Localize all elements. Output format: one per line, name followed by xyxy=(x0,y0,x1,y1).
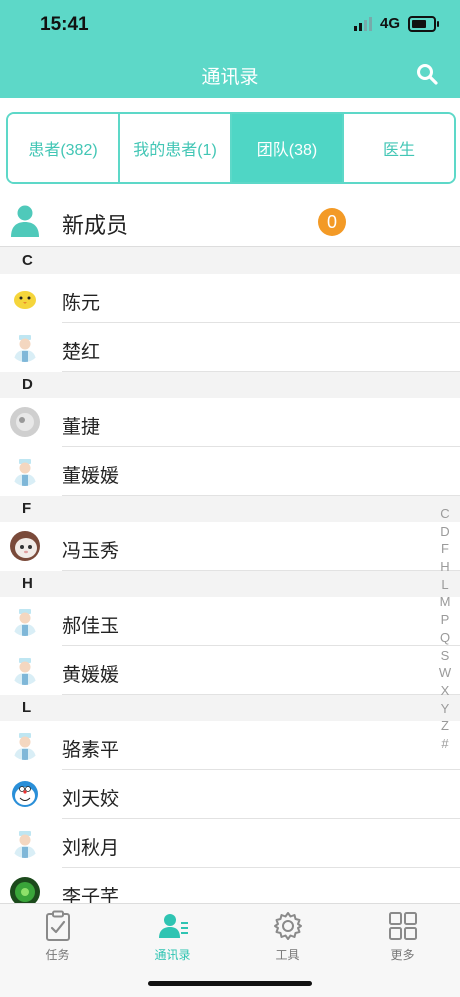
page-title: 通讯录 xyxy=(201,67,259,88)
contact-row[interactable]: 刘秋月 xyxy=(0,819,460,868)
contact-row[interactable]: 陈元 xyxy=(0,274,460,323)
index-letter[interactable]: C xyxy=(440,505,449,523)
section-header: D xyxy=(0,372,460,398)
nurse-avatar xyxy=(10,456,40,486)
index-letter[interactable]: Y xyxy=(441,700,450,718)
index-letter[interactable]: P xyxy=(441,611,450,629)
index-letter[interactable]: X xyxy=(441,682,450,700)
contact-name: 刘秋月 xyxy=(62,838,120,859)
chick-avatar xyxy=(10,283,40,313)
doraemon-avatar xyxy=(10,779,40,809)
tab-patients[interactable]: 患者(382) xyxy=(8,114,120,182)
section-header: L xyxy=(0,695,460,721)
index-letter[interactable]: Z xyxy=(441,717,449,735)
network-label: 4G xyxy=(379,15,400,32)
contact-row[interactable]: 董媛媛 xyxy=(0,447,460,496)
index-letter[interactable]: W xyxy=(439,664,451,682)
cat-photo-avatar xyxy=(10,531,40,561)
contact-name: 冯玉秀 xyxy=(62,541,120,562)
contact-name: 陈元 xyxy=(62,293,101,314)
nurse-avatar xyxy=(10,332,40,362)
home-indicator[interactable] xyxy=(148,981,312,986)
contact-row[interactable]: 董捷 xyxy=(0,398,460,447)
search-icon[interactable] xyxy=(416,63,438,85)
navbar: 通讯录 xyxy=(0,50,460,98)
new-members-row[interactable]: 新成员 0 xyxy=(0,198,460,247)
tabbar-label: 通讯录 xyxy=(154,948,191,962)
tabbar-label: 任务 xyxy=(45,948,70,962)
contact-row[interactable]: 郝佳玉 xyxy=(0,597,460,646)
contact-row[interactable]: 黄媛媛 xyxy=(0,646,460,695)
tabbar-item-tools[interactable]: 工具 xyxy=(230,910,345,963)
new-members-label: 新成员 xyxy=(62,213,129,238)
index-letter[interactable]: M xyxy=(440,593,451,611)
status-indicators: 4G xyxy=(353,15,439,32)
segmented-tabs: 患者(382) 我的患者(1) 团队(38) 医生 xyxy=(6,112,456,184)
index-letter[interactable]: Q xyxy=(440,629,450,647)
gear-icon xyxy=(273,912,302,940)
contact-name: 骆素平 xyxy=(62,740,120,761)
contact-name: 董捷 xyxy=(62,417,101,438)
grid-icon xyxy=(388,912,417,940)
clipboard-check-icon xyxy=(45,910,70,941)
contact-row[interactable]: 楚红 xyxy=(0,323,460,372)
index-letter[interactable]: L xyxy=(441,576,448,594)
tabbar-label: 更多 xyxy=(390,948,415,962)
green-photo-avatar xyxy=(10,877,40,903)
status-bar: 15:41 4G xyxy=(0,0,460,50)
section-header: F xyxy=(0,496,460,522)
contact-name: 李子芊 xyxy=(62,887,120,903)
section-header: C xyxy=(0,248,460,274)
nurse-avatar xyxy=(10,606,40,636)
tabbar-item-contacts[interactable]: 通讯录 xyxy=(115,910,230,963)
index-letter[interactable]: H xyxy=(440,558,449,576)
tab-doctors[interactable]: 医生 xyxy=(344,114,454,182)
contact-name: 董媛媛 xyxy=(62,466,120,487)
contact-name: 黄媛媛 xyxy=(62,665,120,686)
contact-name: 刘天姣 xyxy=(62,789,120,810)
index-letter[interactable]: # xyxy=(441,735,448,753)
nurse-avatar xyxy=(10,655,40,685)
contact-name: 楚红 xyxy=(62,342,101,363)
tabbar-label: 工具 xyxy=(275,948,300,962)
contact-row[interactable]: 骆素平 xyxy=(0,721,460,770)
signal-icon xyxy=(353,16,372,31)
person-icon xyxy=(11,205,39,237)
tab-my-patients[interactable]: 我的患者(1) xyxy=(120,114,232,182)
index-letter[interactable]: D xyxy=(440,523,449,541)
index-letter[interactable]: S xyxy=(441,647,450,665)
contact-row[interactable]: 刘天姣 xyxy=(0,770,460,819)
alphabet-index[interactable]: C D F H L M P Q S W X Y Z # xyxy=(438,505,452,753)
contact-row[interactable]: 冯玉秀 xyxy=(0,522,460,571)
status-time: 15:41 xyxy=(40,14,89,35)
contact-list: C 陈元 楚红 D 董捷 董媛媛 F 冯玉秀 H 郝佳玉 黄媛媛 L 骆素平 刘… xyxy=(0,248,460,903)
segment-area: 患者(382) 我的患者(1) 团队(38) 医生 xyxy=(0,98,460,198)
tabbar-item-more[interactable]: 更多 xyxy=(345,910,460,963)
contact-name: 郝佳玉 xyxy=(62,616,120,637)
section-header: H xyxy=(0,571,460,597)
index-letter[interactable]: F xyxy=(441,540,449,558)
contacts-icon xyxy=(158,914,188,938)
battery-icon xyxy=(408,15,439,32)
nurse-avatar xyxy=(10,730,40,760)
gray-photo-avatar xyxy=(10,407,40,437)
tab-team[interactable]: 团队(38) xyxy=(232,114,344,182)
new-members-count-badge: 0 xyxy=(318,208,346,236)
tabbar-item-tasks[interactable]: 任务 xyxy=(0,910,115,963)
contact-row[interactable]: 李子芊 xyxy=(0,868,460,903)
nurse-avatar xyxy=(10,828,40,858)
